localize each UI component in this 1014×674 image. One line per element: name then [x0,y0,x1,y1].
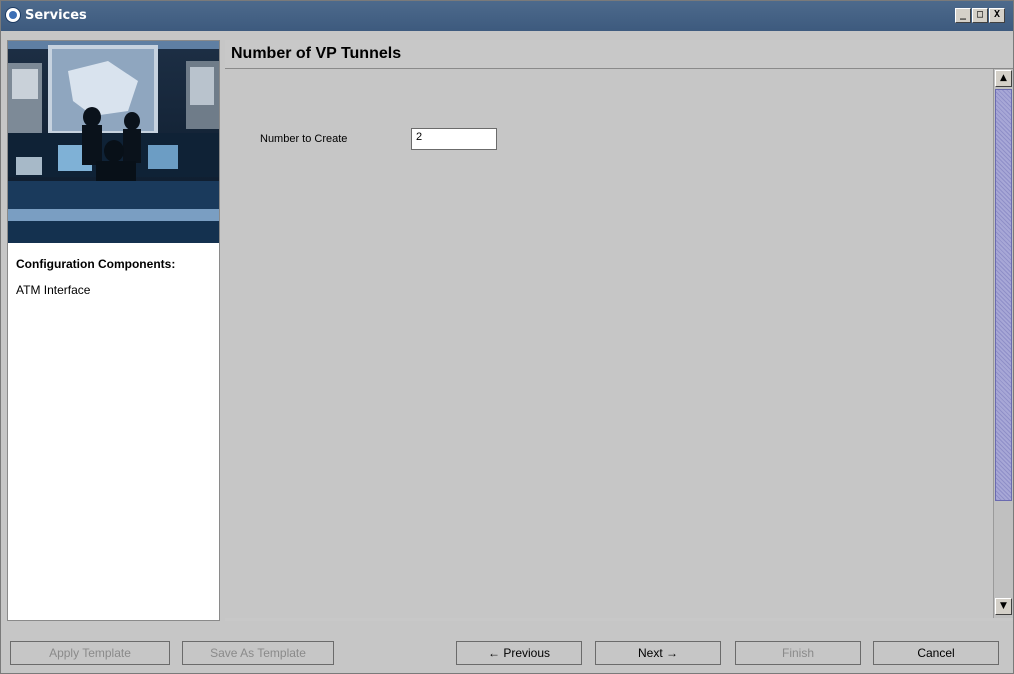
window-title: Services [25,8,87,23]
cancel-button[interactable]: Cancel [873,641,999,665]
scroll-down-icon[interactable]: ▼ [995,598,1012,615]
number-to-create-input[interactable]: 2 [411,128,497,150]
control-room-photo [8,41,219,243]
app-icon [5,7,21,23]
previous-button[interactable]: ← Previous [456,641,582,665]
close-button[interactable]: X [989,8,1005,23]
left-panel: Configuration Components: ATM Interface [7,40,220,621]
maximize-button[interactable]: □ [972,8,988,23]
page-title: Number of VP Tunnels [231,45,402,62]
minimize-button[interactable]: _ [955,8,971,23]
number-to-create-label: Number to Create [260,133,348,145]
save-as-template-button[interactable]: Save As Template [182,641,334,665]
scroll-thumb[interactable] [995,89,1012,501]
scroll-up-icon[interactable]: ▲ [995,70,1012,87]
next-button[interactable]: Next → [595,641,721,665]
main-panel: Number of VP Tunnels Number to Create 2 … [225,40,1013,621]
services-window: Services _ □ X Configuration Components:… [0,0,1014,674]
apply-template-button[interactable]: Apply Template [10,641,170,665]
finish-button[interactable]: Finish [735,641,861,665]
vertical-scrollbar[interactable]: ▲ ▼ [993,69,1013,618]
title-bar[interactable]: Services _ □ X [1,1,1013,31]
content-area: Number to Create 2 [225,69,993,618]
button-bar: Apply Template Save As Template ← Previo… [7,629,1007,669]
component-item-atm-interface[interactable]: ATM Interface [16,283,90,297]
configuration-components-heading: Configuration Components: [16,257,176,271]
